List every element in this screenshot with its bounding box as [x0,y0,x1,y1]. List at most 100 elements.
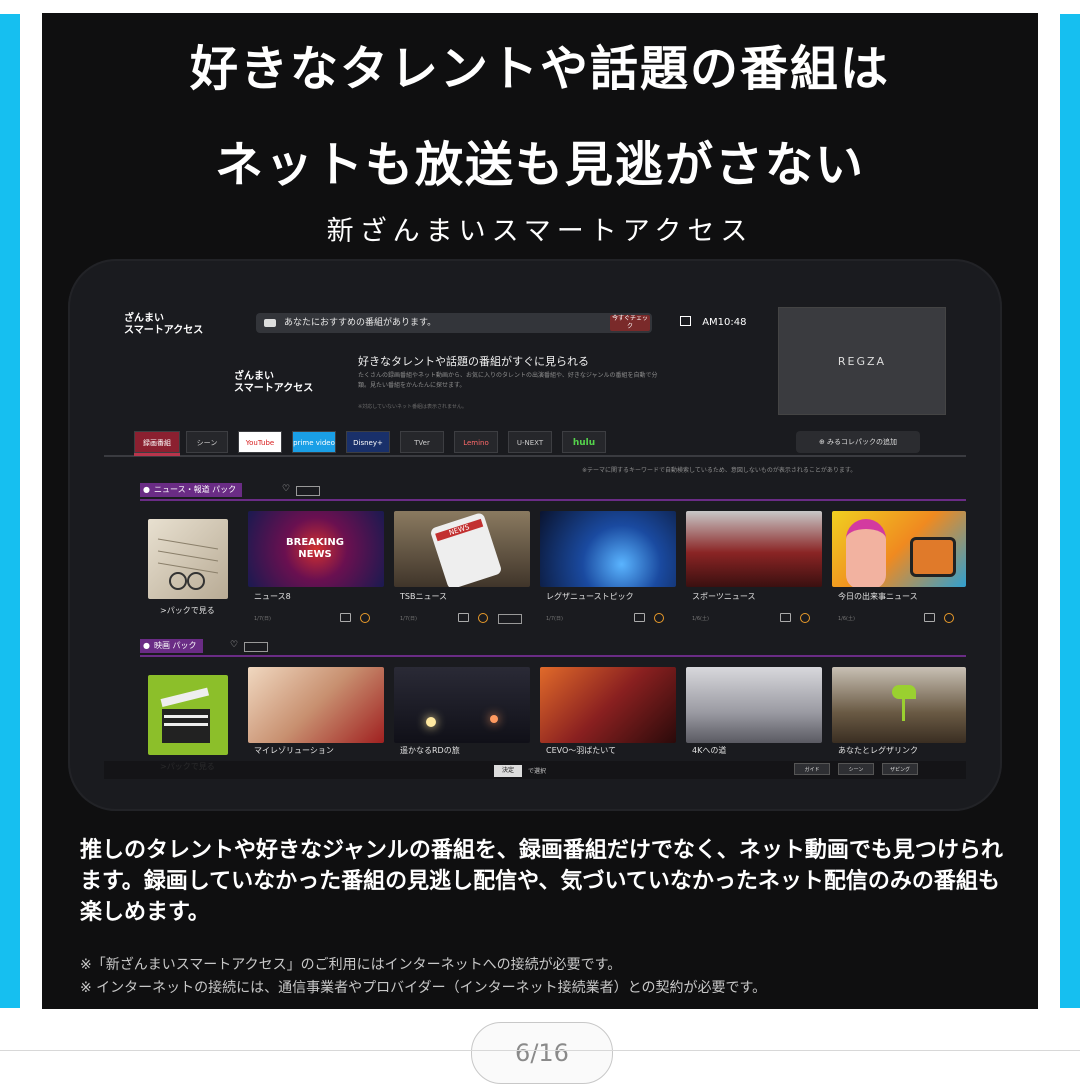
news-date-5: 1/6(土) [838,616,855,622]
check-now-button[interactable]: 今すぐチェック [610,315,650,331]
pack-label-movie[interactable]: ● 映画 パック [140,639,203,653]
movie-thumb-1[interactable] [248,667,384,743]
retro-tv-graphic [910,537,956,577]
record-icon [340,613,351,622]
hero-note: ※対応していないネット番組は表示されません。 [358,404,467,410]
clapperboard-icon [160,687,210,743]
notification-bar[interactable]: あなたにおすすめの番組があります。 今すぐチェック [256,313,652,333]
search-disclaimer: ※テーマに関するキーワードで自動検索しているため、意図しないものが表示されること… [582,467,857,474]
edit-badge[interactable] [244,642,268,652]
edit-badge[interactable] [296,486,320,496]
movie-pack-rule [140,655,966,657]
headline-line-2: ネットも放送も見逃がさない [214,137,865,193]
left-slide-edge [0,14,20,1008]
news-pack-cover[interactable] [148,519,228,599]
sprout-stem [902,697,905,721]
news-date-4: 1/6(土) [692,616,709,622]
clock-icon [944,613,954,623]
hero-text: たくさんの録画番組やネット動画から、お気に入りのタレントの出演番組や、好きなジャ… [358,372,658,389]
tab-lemino[interactable]: Lemino [454,431,498,453]
pack-label-news[interactable]: ● ニュース・報道 パック [140,483,243,497]
tab-tver[interactable]: TVer [400,431,444,453]
pop-art-face [846,519,886,587]
movie-title-2: 遥かなるRDの旅 [400,746,460,755]
tab-unext[interactable]: U-NEXT [508,431,552,453]
hero-brand: ざんまい スマートアクセス [234,371,314,394]
zanmai-brand: ざんまい スマートアクセス [124,313,204,336]
clock-icon [654,613,664,623]
news-thumb-1[interactable]: BREAKING NEWS [248,511,384,587]
movie-title-5: あなたとレグザリンク [838,746,918,755]
add-pack-button[interactable]: ⊕ みるコレパックの追加 [796,431,920,453]
feature-slide: 好きなタレントや話題の番組は ネットも放送も見逃がさない 新ざんまいスマートアク… [42,13,1038,1009]
footnote-2: ※ インターネットの接続には、通信事業者やプロバイダー（インターネット接続業者）… [80,980,767,996]
zapping-button[interactable]: ザピング [882,763,918,775]
page-divider [0,1050,1080,1051]
tv-mockup: ざんまい スマートアクセス あなたにおすすめの番組があります。 今すぐチェック … [68,259,1002,811]
active-tab-indicator [134,453,180,456]
movie-thumb-4[interactable] [686,667,822,743]
pager-text: 6/16 [515,1039,569,1067]
news-date-3: 1/7(日) [546,616,563,622]
news-date-2: 1/7(日) [400,616,417,622]
news-title-4: スポーツニュース [692,592,756,601]
record-icon [924,613,935,622]
channel-preview[interactable]: REGZA [778,307,946,415]
movie-thumb-3[interactable] [540,667,676,743]
feature-description: 推しのタレントや好きなジャンルの番組を、録画番組だけでなく、ネット動画でも見つけ… [80,838,1003,925]
movie-thumb-5[interactable] [832,667,966,743]
tab-divider [104,455,966,457]
new-badge [498,614,522,624]
news-thumb-5[interactable] [832,511,966,587]
notification-text: あなたにおすすめの番組があります。 [284,318,437,328]
news-date-1: 1/7(日) [254,616,271,622]
news-title-1: ニュース8 [254,592,291,601]
headline-line-1: 好きなタレントや話題の番組は [189,41,890,97]
news-title-5: 今日の出来事ニュース [838,592,918,601]
movie-pack-cover[interactable] [148,675,228,755]
footnotes: ※「新ざんまいスマートアクセス」のご利用にはインターネットへの接続が必要です。 … [80,954,766,1000]
movie-thumb-2[interactable] [394,667,530,743]
movie-title-3: CEVO〜羽ばたいて [546,746,617,755]
news-thumb-4[interactable] [686,511,822,587]
movie-title-4: 4Kへの道 [692,746,727,755]
tab-recorded[interactable]: 録画番組 [134,431,180,453]
guide-button[interactable]: ガイド [794,763,830,775]
select-hint: で選択 [528,768,547,775]
breaking-news-graphic: BREAKING NEWS [286,537,344,560]
tab-disney[interactable]: Disney+ [346,431,390,453]
monitor-icon [680,316,691,326]
tab-prime-video[interactable]: prime video [292,431,336,453]
clock: AM10:48 [680,313,746,333]
headlight-graphic [426,717,436,727]
tv-screen: ざんまい スマートアクセス あなたにおすすめの番組があります。 今すぐチェック … [104,303,966,783]
footnote-1: ※「新ざんまいスマートアクセス」のご利用にはインターネットへの接続が必要です。 [80,957,622,973]
news-title-2: TSBニュース [400,592,448,601]
tab-youtube[interactable]: YouTube [238,431,282,453]
plus-icon: ⊕ [818,438,828,446]
bulb-icon: ● [143,641,150,650]
slide-pager[interactable]: 6/16 [471,1022,613,1084]
see-pack-link[interactable]: >パックで見る [160,605,215,616]
clock-icon [478,613,488,623]
news-pack-rule [140,499,966,501]
clock-icon [800,613,810,623]
news-thumb-2[interactable]: NEWS [394,511,530,587]
heart-icon[interactable]: ♡ [230,640,238,650]
heart-icon[interactable]: ♡ [282,484,290,494]
phone-graphic: NEWS [429,511,503,587]
message-icon [264,319,276,327]
record-icon [634,613,645,622]
decide-button[interactable]: 決定 [494,765,522,777]
scene-button[interactable]: シーン [838,763,874,775]
headlight-graphic [490,715,498,723]
clock-text: AM10:48 [702,317,747,328]
news-thumb-3[interactable] [540,511,676,587]
tab-scene[interactable]: シーン [186,431,228,453]
newspaper-icon [157,538,219,590]
movie-title-1: マイレゾリューション [254,746,334,755]
right-slide-edge [1060,14,1080,1008]
clock-icon [360,613,370,623]
record-icon [458,613,469,622]
tab-hulu[interactable]: hulu [562,431,606,453]
